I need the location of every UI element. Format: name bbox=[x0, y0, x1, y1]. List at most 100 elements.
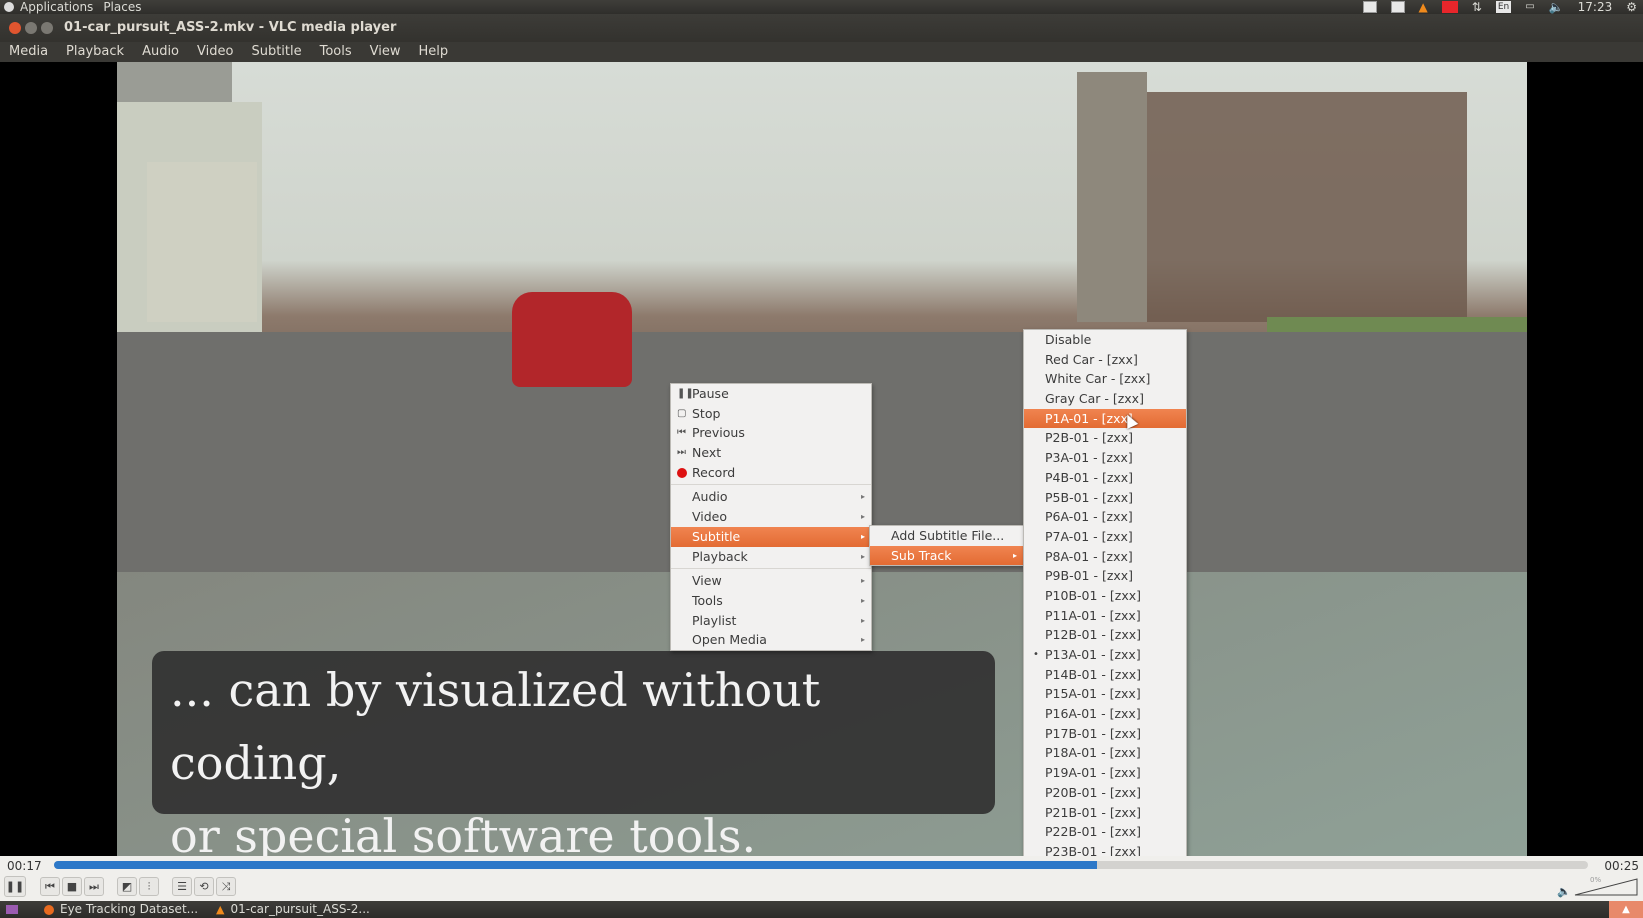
submenu-arrow-icon: ▸ bbox=[860, 576, 865, 586]
loop-button[interactable]: ⟲ bbox=[194, 877, 214, 896]
menu-item-view[interactable]: View ▸ bbox=[671, 571, 871, 591]
sub-track-item[interactable]: P14B-01 - [zxx] bbox=[1024, 665, 1186, 685]
document-icon[interactable] bbox=[1362, 1, 1377, 13]
menu-item-audio[interactable]: Audio ▸ bbox=[671, 487, 871, 507]
vlc-tray-icon[interactable]: ▲ bbox=[1419, 0, 1428, 14]
sub-track-item[interactable]: P3A-01 - [zxx] bbox=[1024, 448, 1186, 468]
previous-icon: ⏮ bbox=[677, 427, 686, 439]
sub-track-item[interactable]: P19A-01 - [zxx] bbox=[1024, 763, 1186, 783]
sub-track-item[interactable]: P4B-01 - [zxx] bbox=[1024, 468, 1186, 488]
menu-audio[interactable]: Audio bbox=[133, 42, 188, 62]
document-icon[interactable] bbox=[1390, 1, 1405, 13]
keyboard-layout-indicator[interactable]: En bbox=[1495, 1, 1512, 13]
menu-subtitle[interactable]: Subtitle bbox=[242, 42, 310, 62]
clock[interactable]: 17:23 bbox=[1578, 0, 1613, 14]
battery-icon[interactable]: ▭ bbox=[1525, 0, 1534, 14]
sub-track-item[interactable]: Gray Car - [zxx] bbox=[1024, 389, 1186, 409]
sub-track-item[interactable]: P7A-01 - [zxx] bbox=[1024, 527, 1186, 547]
menu-media[interactable]: Media bbox=[0, 42, 57, 62]
menu-item-stop[interactable]: ▢ Stop bbox=[671, 404, 871, 424]
subtitle-line: ... can by visualized without coding, bbox=[170, 663, 821, 790]
sub-track-item[interactable]: P2B-01 - [zxx] bbox=[1024, 428, 1186, 448]
shuffle-button[interactable]: ⤨ bbox=[216, 877, 236, 896]
submenu-arrow-icon: ▸ bbox=[860, 492, 865, 502]
submenu-arrow-icon: ▸ bbox=[860, 512, 865, 522]
volume-slider[interactable] bbox=[1573, 877, 1639, 897]
pause-button[interactable]: ❚❚ bbox=[4, 876, 26, 897]
sub-track-item[interactable]: P9B-01 - [zxx] bbox=[1024, 566, 1186, 586]
maximize-window-button[interactable] bbox=[41, 22, 53, 34]
sub-track-label: P10B-01 - [zxx] bbox=[1045, 587, 1142, 603]
menu-item-next[interactable]: ⏭ Next bbox=[671, 443, 871, 463]
sub-track-item[interactable]: P20B-01 - [zxx] bbox=[1024, 783, 1186, 803]
menu-item-playlist[interactable]: Playlist ▸ bbox=[671, 611, 871, 631]
menu-item-add-subtitle-file[interactable]: Add Subtitle File... bbox=[870, 526, 1023, 546]
menu-playback[interactable]: Playback bbox=[57, 42, 133, 62]
sub-track-label: Disable bbox=[1045, 332, 1092, 347]
previous-button[interactable]: ⏮ bbox=[40, 877, 60, 896]
sub-track-item[interactable]: White Car - [zxx] bbox=[1024, 369, 1186, 389]
minimize-window-button[interactable] bbox=[25, 22, 37, 34]
menu-video[interactable]: Video bbox=[188, 42, 242, 62]
menu-view[interactable]: View bbox=[361, 42, 410, 62]
seek-bar[interactable] bbox=[54, 861, 1588, 869]
sub-track-item[interactable]: P1A-01 - [zxx] bbox=[1024, 408, 1186, 429]
sub-track-label: Red Car - [zxx] bbox=[1045, 351, 1138, 367]
menu-item-video[interactable]: Video ▸ bbox=[671, 507, 871, 527]
taskbar: Eye Tracking Dataset... ▲ 01-car_pursuit… bbox=[0, 901, 1643, 918]
sub-track-label: P7A-01 - [zxx] bbox=[1045, 528, 1133, 544]
settings-gear-icon[interactable]: ⚙ bbox=[1626, 0, 1637, 14]
menu-tools[interactable]: Tools bbox=[311, 42, 361, 62]
taskbar-item-vlc[interactable]: ▲ 01-car_pursuit_ASS-2... bbox=[216, 901, 370, 918]
sub-track-item[interactable]: P18A-01 - [zxx] bbox=[1024, 743, 1186, 763]
menu-item-playback[interactable]: Playback ▸ bbox=[671, 547, 871, 567]
network-icon[interactable]: ⇅ bbox=[1472, 0, 1482, 14]
volume-tray-icon[interactable]: 🔈 bbox=[1549, 0, 1564, 14]
menu-item-sub-track[interactable]: Sub Track ▸ bbox=[870, 545, 1023, 566]
fullscreen-button[interactable]: ◩ bbox=[117, 877, 137, 896]
menu-item-tools[interactable]: Tools ▸ bbox=[671, 591, 871, 611]
sub-track-item[interactable]: P5B-01 - [zxx] bbox=[1024, 488, 1186, 508]
sub-track-item[interactable]: P17B-01 - [zxx] bbox=[1024, 724, 1186, 744]
sub-track-item[interactable]: Red Car - [zxx] bbox=[1024, 350, 1186, 370]
sub-track-item[interactable]: P15A-01 - [zxx] bbox=[1024, 684, 1186, 704]
places-menu[interactable]: Places bbox=[103, 0, 141, 14]
next-icon: ⏭ bbox=[677, 447, 686, 459]
menu-help[interactable]: Help bbox=[410, 42, 458, 62]
trash-vlc-icon[interactable]: ▲ bbox=[1609, 901, 1643, 918]
sub-track-label: P11A-01 - [zxx] bbox=[1045, 607, 1141, 623]
playlist-button[interactable]: ☰ bbox=[172, 877, 192, 896]
extended-settings-button[interactable]: ⫶ bbox=[139, 877, 159, 896]
menu-item-subtitle[interactable]: Subtitle ▸ bbox=[671, 526, 871, 547]
volume-mute-icon[interactable]: 🔈 bbox=[1557, 885, 1571, 898]
show-desktop-icon[interactable] bbox=[6, 905, 18, 914]
sub-track-item[interactable]: P11A-01 - [zxx] bbox=[1024, 606, 1186, 626]
submenu-arrow-icon: ▸ bbox=[860, 551, 865, 561]
sub-track-item[interactable]: P21B-01 - [zxx] bbox=[1024, 803, 1186, 823]
ubuntu-logo-icon bbox=[4, 2, 14, 12]
next-button[interactable]: ⏭ bbox=[84, 877, 104, 896]
close-window-button[interactable] bbox=[9, 22, 21, 34]
taskbar-item-firefox[interactable]: Eye Tracking Dataset... bbox=[44, 901, 198, 918]
sub-track-item[interactable]: P22B-01 - [zxx] bbox=[1024, 822, 1186, 842]
firefox-icon bbox=[44, 904, 54, 915]
sub-track-item[interactable]: P16A-01 - [zxx] bbox=[1024, 704, 1186, 724]
menu-item-pause[interactable]: ❚❚ Pause bbox=[671, 384, 871, 404]
sub-track-item[interactable]: P12B-01 - [zxx] bbox=[1024, 625, 1186, 645]
sub-track-item[interactable]: P6A-01 - [zxx] bbox=[1024, 507, 1186, 527]
sub-track-item[interactable]: P10B-01 - [zxx] bbox=[1024, 586, 1186, 606]
sub-track-item[interactable]: Disable bbox=[1024, 330, 1186, 350]
volume-percent: 0% bbox=[1590, 876, 1602, 884]
menu-item-previous[interactable]: ⏮ Previous bbox=[671, 423, 871, 443]
sub-track-label: P18A-01 - [zxx] bbox=[1045, 745, 1141, 761]
letterbox-left bbox=[0, 62, 117, 856]
sub-track-item[interactable]: P8A-01 - [zxx] bbox=[1024, 547, 1186, 567]
menu-item-record[interactable]: Record bbox=[671, 463, 871, 483]
selected-bullet-icon: • bbox=[1033, 649, 1039, 660]
stop-button[interactable]: ■ bbox=[62, 877, 82, 896]
letterbox-right bbox=[1527, 62, 1643, 856]
record-tray-icon[interactable] bbox=[1441, 1, 1458, 13]
sub-track-item[interactable]: • P13A-01 - [zxx] bbox=[1024, 645, 1186, 665]
menu-item-open-media[interactable]: Open Media ▸ bbox=[671, 630, 871, 650]
applications-menu[interactable]: Applications bbox=[20, 0, 93, 14]
